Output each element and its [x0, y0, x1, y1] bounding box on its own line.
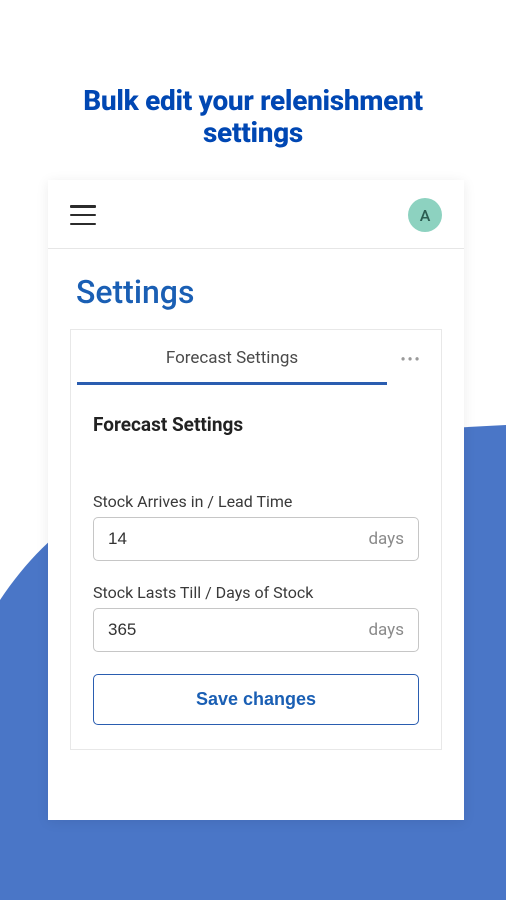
- section-title: Forecast Settings: [71, 385, 441, 442]
- settings-panel: Forecast Settings ••• Forecast Settings …: [70, 329, 442, 750]
- page-title: Settings: [48, 249, 464, 329]
- lead-time-input[interactable]: [108, 529, 368, 549]
- topbar: A: [48, 180, 464, 249]
- days-of-stock-input[interactable]: [108, 620, 368, 640]
- avatar-initial: A: [420, 206, 431, 225]
- lead-time-label: Stock Arrives in / Lead Time: [93, 492, 419, 511]
- lead-time-input-wrap: days: [93, 517, 419, 561]
- avatar[interactable]: A: [408, 198, 442, 232]
- tab-more-icon[interactable]: •••: [387, 334, 435, 382]
- save-button[interactable]: Save changes: [93, 674, 419, 725]
- lead-time-unit: days: [368, 529, 404, 549]
- tab-forecast-settings[interactable]: Forecast Settings: [77, 330, 387, 385]
- days-of-stock-unit: days: [368, 620, 404, 640]
- days-of-stock-input-wrap: days: [93, 608, 419, 652]
- form: Stock Arrives in / Lead Time days Stock …: [71, 442, 441, 749]
- hero-line-1: Bulk edit your relenishment: [83, 84, 423, 117]
- app-window: A Settings Forecast Settings ••• Forecas…: [48, 180, 464, 820]
- tabs: Forecast Settings •••: [71, 330, 441, 385]
- hero-line-2: settings: [203, 116, 303, 149]
- menu-icon[interactable]: [70, 205, 96, 225]
- hero-title: Bulk edit your relenishment settings: [0, 0, 506, 169]
- days-of-stock-label: Stock Lasts Till / Days of Stock: [93, 583, 419, 602]
